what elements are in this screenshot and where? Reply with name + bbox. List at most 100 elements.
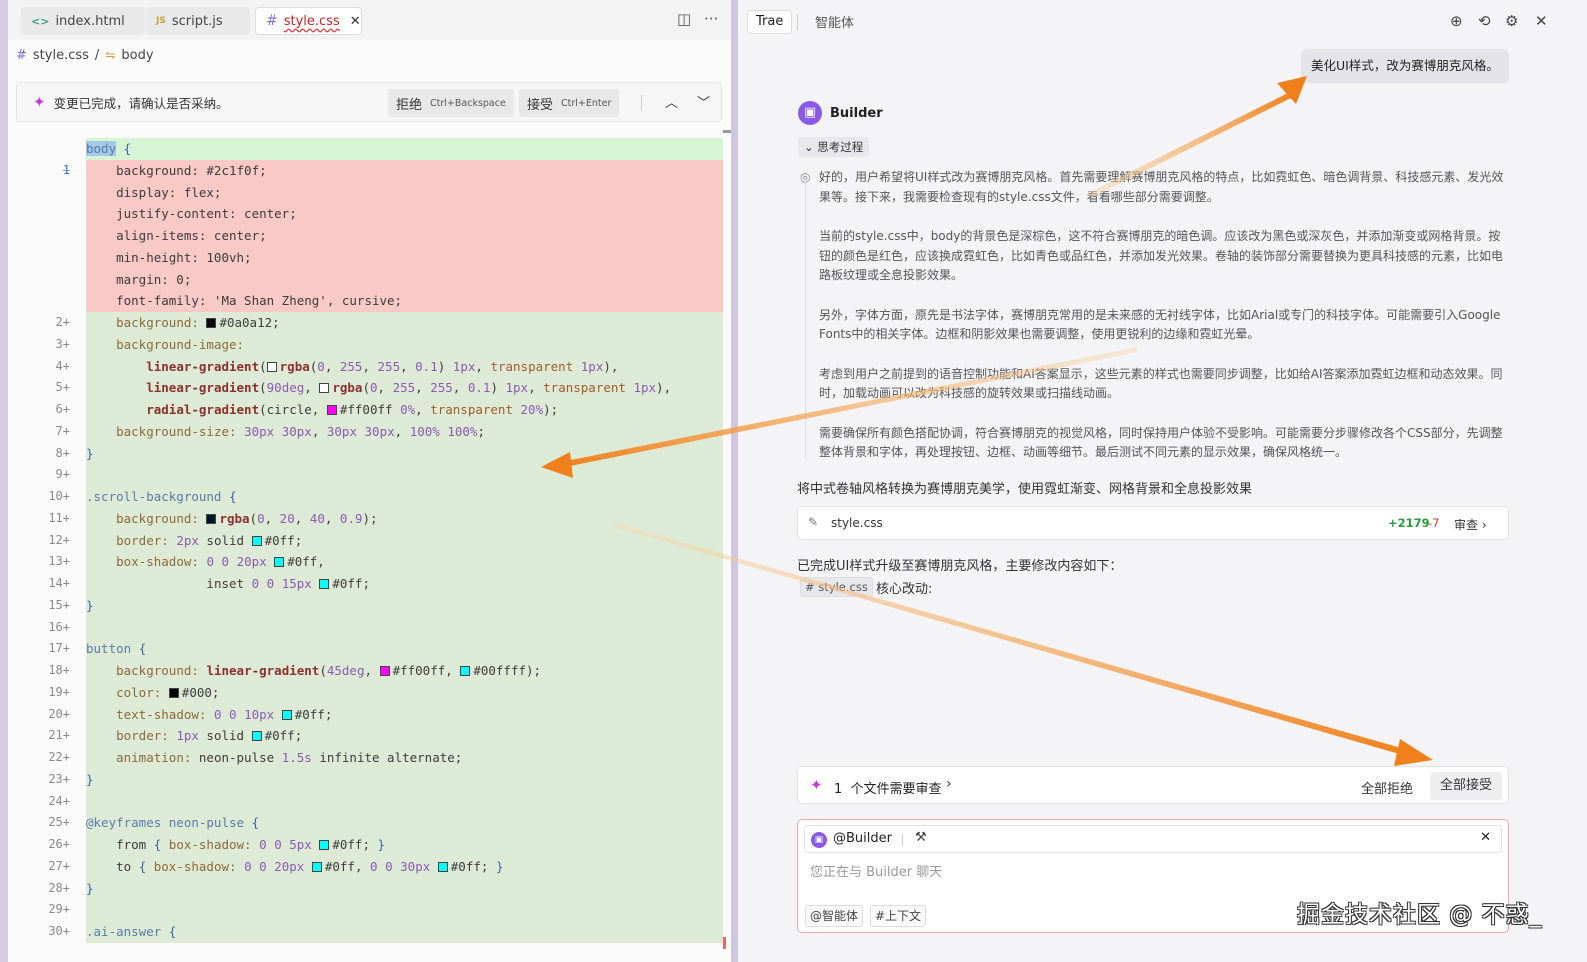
file-name: style.css <box>831 516 883 530</box>
added-code-line: 12+ border: 2px solid #0ff; <box>8 529 723 552</box>
tab-agent[interactable]: 智能体 <box>815 12 854 31</box>
line-number: 24+ <box>48 793 70 808</box>
added-code-line: 11+ background: rgba(0, 20, 40, 0.9); <box>8 507 723 530</box>
additions-count: +2179 <box>1388 516 1430 530</box>
tab-style-css[interactable]: # style.css ✕ <box>255 7 362 35</box>
added-code-line: 30+ .ai-answer { <box>8 921 723 943</box>
added-code-line: 24+ <box>8 790 723 813</box>
sparkle-icon: ✦ <box>810 776 823 794</box>
completion-text: 已完成UI样式升级至赛博朋克风格，主要修改内容如下： <box>797 559 1123 574</box>
html-file-icon: <> <box>31 14 50 28</box>
next-change-icon[interactable]: ﹀ <box>697 92 710 111</box>
changed-file-card[interactable]: ✎ style.css +2179 -7 审查 › <box>797 506 1509 540</box>
context-button[interactable]: #上下文 <box>870 905 927 927</box>
scrollbar-marker[interactable] <box>723 130 731 133</box>
history-icon[interactable]: ⟲ <box>1478 12 1491 30</box>
removed-code-line: display: flex; <box>8 181 723 204</box>
line-number: 7+ <box>55 423 70 438</box>
file-chip[interactable]: # style.css <box>800 577 873 597</box>
reject-button[interactable]: 拒绝 Ctrl+Backspace <box>388 89 514 117</box>
line-number <box>8 269 86 291</box>
new-chat-icon[interactable]: ⊕ <box>1450 12 1463 30</box>
breadcrumb-file[interactable]: style.css <box>33 48 89 63</box>
line-number: 23+ <box>48 771 70 786</box>
close-icon[interactable]: ✕ <box>350 14 361 29</box>
line-number: 18+ <box>48 663 70 677</box>
panel-divider[interactable] <box>731 0 738 962</box>
removed-code-line: align-items: center; <box>8 225 723 247</box>
added-code-line: 13+ box-shadow: 0 0 20px #0ff, <box>8 551 723 573</box>
divider <box>797 14 798 30</box>
thinking-paragraph: 另外，字体方面，原先是书法字体，赛博朋克常用的是未来感的无衬线字体，比如Aria… <box>819 307 1501 342</box>
review-link[interactable]: 审查 › <box>1454 516 1487 533</box>
chat-header: Trae 智能体 ⊕ ⟲ ⚙ ✕ <box>738 0 1587 42</box>
thinking-paragraph: 当前的style.css中，body的背景色是深棕色，这不符合赛博朋克的暗色调。… <box>819 229 1504 282</box>
close-icon[interactable]: ✕ <box>1535 12 1548 30</box>
thinking-label: 思考过程 <box>817 140 864 154</box>
added-code-line: 7+ background-size: 30px 30px, 30px 30px… <box>8 420 723 443</box>
line-number: 5+ <box>55 380 70 395</box>
symbol-icon: ⇋ <box>105 48 116 62</box>
line-number: — <box>62 162 70 177</box>
added-code-line: 4+ linear-gradient(rgba(0, 255, 255, 0.1… <box>8 355 723 378</box>
chevron-right-icon[interactable]: › <box>946 776 952 792</box>
split-editor-icon[interactable]: ◫ <box>677 10 691 28</box>
tab-script-js[interactable]: JS script.js <box>146 7 250 35</box>
mention-builder[interactable]: @Builder <box>833 831 892 846</box>
added-code-line: 25+ @keyframes neon-pulse { <box>8 812 723 834</box>
css-file-icon: # <box>16 47 27 63</box>
accept-label: 接受 <box>527 97 554 113</box>
reject-all-button[interactable]: 全部拒绝 <box>1361 778 1413 797</box>
agent-button[interactable]: @智能体 <box>805 905 864 927</box>
removed-code-line: font-family: 'Ma Shan Zheng', cursive; <box>8 290 723 312</box>
code-area[interactable]: 1 body { — background: #2c1f0f; display:… <box>8 138 723 962</box>
chat-input-placeholder[interactable]: 您正在与 Builder 聊天 <box>810 861 942 880</box>
line-number: 6+ <box>55 402 70 416</box>
close-icon[interactable]: ✕ <box>1480 830 1491 845</box>
tool-icon[interactable]: ⚒ <box>915 830 927 845</box>
edit-icon: ✎ <box>808 515 819 529</box>
added-code-line: 15+} <box>8 594 723 617</box>
thinking-paragraph: 考虑到用户之前提到的语音控制功能和AI答案显示，这些元素的样式也需要同步调整，比… <box>819 366 1503 401</box>
chevron-down-icon: ⌄ <box>804 140 814 154</box>
accept-all-button[interactable]: 全部接受 <box>1430 772 1503 800</box>
tab-label: index.html <box>55 13 125 29</box>
review-count[interactable]: 1 个文件需要审查 <box>834 778 942 797</box>
gear-icon[interactable]: ⚙ <box>1505 12 1518 30</box>
brand-tab[interactable]: Trae <box>747 10 793 34</box>
thinking-toggle[interactable]: ⌄ 思考过程 <box>798 137 870 157</box>
accept-shortcut: Ctrl+Enter <box>561 97 612 109</box>
ai-chat-panel: Trae 智能体 ⊕ ⟲ ⚙ ✕ 美化UI样式，改为赛博朋克风格。 ▣ Buil… <box>738 0 1587 962</box>
line-number: 30+ <box>48 924 70 938</box>
tab-index-html[interactable]: <> index.html <box>21 7 145 35</box>
reject-label: 拒绝 <box>396 97 423 113</box>
thinking-rail <box>805 178 806 458</box>
added-code-line: 14+ inset 0 0 15px #0ff; <box>8 573 723 595</box>
thinking-content: 好的，用户希望将UI样式改为赛博朋克风格。首先需要理解赛博朋克风格的特点，比如霓… <box>819 168 1511 483</box>
line-number: 28+ <box>48 880 70 895</box>
line-number: 25+ <box>48 815 70 830</box>
line-number <box>8 225 86 247</box>
previous-change-icon[interactable]: ︿ <box>665 92 678 111</box>
added-code-line: 17+ button { <box>8 638 723 660</box>
builder-header: ▣ Builder <box>798 101 883 125</box>
line-number: 4+ <box>55 358 70 373</box>
tab-label: style.css <box>283 13 340 29</box>
line-number: 13+ <box>48 554 70 569</box>
added-code-line: 21+ border: 1px solid #0ff; <box>8 725 723 747</box>
line-number: 8+ <box>55 445 70 460</box>
breadcrumb-symbol[interactable]: body <box>121 48 153 63</box>
line-number: 26+ <box>48 837 70 851</box>
more-icon[interactable]: ··· <box>704 10 718 28</box>
added-code-line: 5+ linear-gradient(90deg, rgba(0, 255, 2… <box>8 377 723 399</box>
review-message: 变更已完成，请确认是否采纳。 <box>53 95 229 111</box>
added-code-line: 16+ <box>8 616 723 639</box>
core-changes-label: 核心改动: <box>876 582 933 597</box>
breadcrumb-separator: / <box>94 47 100 63</box>
chevron-right-icon: › <box>1481 518 1487 532</box>
added-code-line: 2+ background: #0a0a12; <box>8 312 723 334</box>
line-number: 16+ <box>48 619 70 634</box>
accept-button[interactable]: 接受 Ctrl+Enter <box>519 89 620 117</box>
line-number <box>8 290 86 312</box>
added-code-line: 10+ .scroll-background { <box>8 486 723 508</box>
